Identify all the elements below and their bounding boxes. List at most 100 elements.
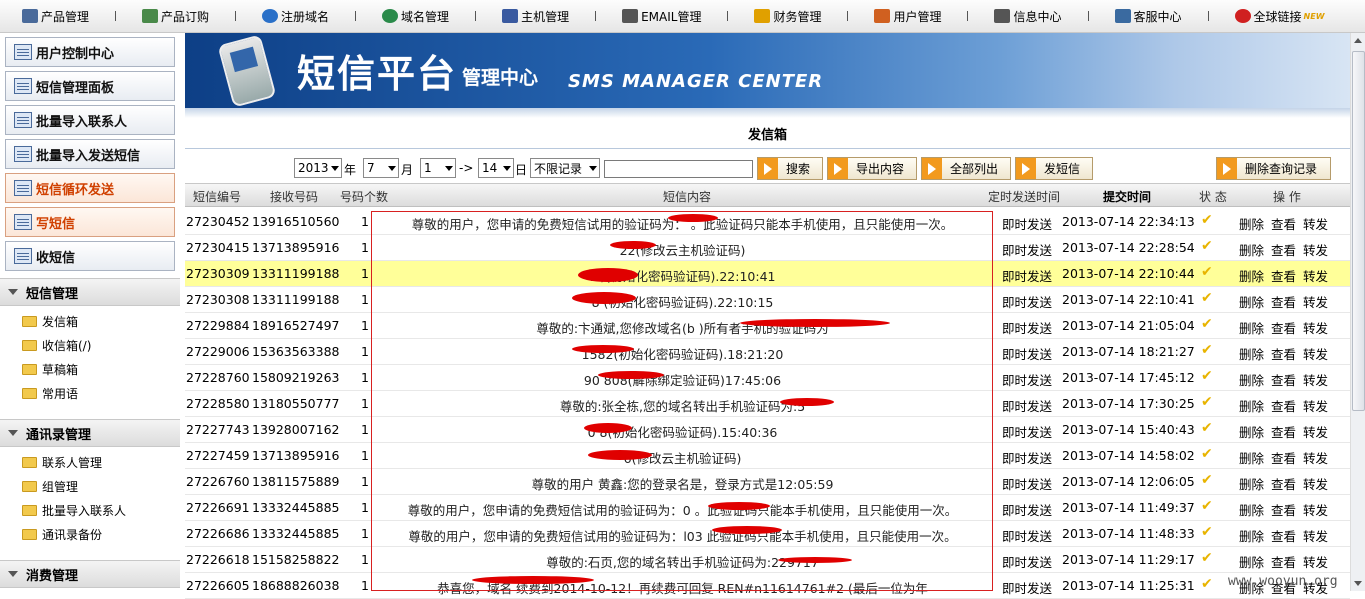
view-link[interactable]: 查看 [1271, 552, 1296, 571]
forward-link[interactable]: 转发 [1303, 422, 1328, 441]
table-row[interactable]: 27228580 13180550777 1 尊敬的:张全栋,您的域名转出手机验证码为… [185, 391, 1350, 417]
nav-item[interactable]: 注册域名 [254, 0, 337, 33]
view-link[interactable]: 查看 [1271, 396, 1296, 415]
delete-link[interactable]: 删除 [1239, 396, 1264, 415]
scrollbar-thumb[interactable] [1352, 51, 1365, 411]
sidebar-button-write-sms[interactable]: 写短信 [5, 207, 175, 237]
list-all-button[interactable]: 全部列出 [921, 157, 1011, 180]
view-link[interactable]: 查看 [1271, 240, 1296, 259]
view-link[interactable]: 查看 [1271, 370, 1296, 389]
nav-item[interactable]: 用户管理 [866, 0, 949, 33]
sidebar-button-import-contacts[interactable]: 批量导入联系人 [5, 105, 175, 135]
forward-link[interactable]: 转发 [1303, 500, 1328, 519]
forward-link[interactable]: 转发 [1303, 474, 1328, 493]
delete-link[interactable]: 删除 [1239, 370, 1264, 389]
scroll-up-icon[interactable] [1354, 38, 1362, 43]
search-button[interactable]: 搜索 [757, 157, 823, 180]
nav-item[interactable]: 信息中心 [986, 0, 1069, 33]
forward-link[interactable]: 转发 [1303, 292, 1328, 311]
view-link[interactable]: 查看 [1271, 266, 1296, 285]
table-row[interactable]: 27230452 13916510560 1 尊敬的用户，您申请的免费短信试用的验证码… [185, 209, 1350, 235]
nav-item[interactable]: 主机管理 [494, 0, 577, 33]
delete-link[interactable]: 删除 [1239, 266, 1264, 285]
sidebar-item-outbox[interactable]: 发信箱 [22, 311, 78, 331]
sidebar-item-group-management[interactable]: 组管理 [22, 476, 78, 496]
view-link[interactable]: 查看 [1271, 422, 1296, 441]
view-link[interactable]: 查看 [1271, 214, 1296, 233]
delete-link[interactable]: 删除 [1239, 422, 1264, 441]
section-header-contacts[interactable]: 通讯录管理 [0, 419, 180, 447]
sidebar-button-import-send-sms[interactable]: 批量导入发送短信 [5, 139, 175, 169]
delete-link[interactable]: 删除 [1239, 448, 1264, 467]
table-row[interactable]: 27226605 18688826038 1 恭喜您，域名 续费到2014-10-12… [185, 573, 1350, 599]
table-row[interactable]: 27226691 13332445885 1 尊敬的用户，您申请的免费短信试用的验证码… [185, 495, 1350, 521]
delete-link[interactable]: 删除 [1239, 344, 1264, 363]
table-row[interactable]: 27229006 15363563388 1 1582(初始化密码验证码).18:2… [185, 339, 1350, 365]
scroll-down-icon[interactable] [1354, 581, 1362, 586]
nav-item[interactable]: 产品管理 [0, 0, 97, 33]
nav-item[interactable]: EMAIL管理 [614, 0, 709, 33]
nav-item[interactable]: 全球链接 NEW [1227, 0, 1333, 33]
table-row[interactable]: 27230308 13311199188 1 8 (初始化密码验证码).22:10:1… [185, 287, 1350, 313]
nav-item[interactable]: 域名管理 [374, 0, 457, 33]
table-row[interactable]: 27226760 13811575889 1 尊敬的用户 黄鑫:您的登录名是，登录方式… [185, 469, 1350, 495]
search-input[interactable] [604, 160, 753, 178]
month-select[interactable]: 7 [363, 158, 399, 178]
forward-link[interactable]: 转发 [1303, 214, 1328, 233]
delete-link[interactable]: 删除 [1239, 474, 1264, 493]
forward-link[interactable]: 转发 [1303, 266, 1328, 285]
sidebar-button-receive-sms[interactable]: 收短信 [5, 241, 175, 271]
delete-link[interactable]: 删除 [1239, 214, 1264, 233]
view-link[interactable]: 查看 [1271, 344, 1296, 363]
forward-link[interactable]: 转发 [1303, 344, 1328, 363]
sidebar-item-phrases[interactable]: 常用语 [22, 383, 78, 403]
sidebar-button-sms-panel[interactable]: 短信管理面板 [5, 71, 175, 101]
view-link[interactable]: 查看 [1271, 500, 1296, 519]
delete-records-button[interactable]: 删除查询记录 [1216, 157, 1331, 180]
delete-link[interactable]: 删除 [1239, 500, 1264, 519]
forward-link[interactable]: 转发 [1303, 526, 1328, 545]
vertical-scrollbar[interactable] [1350, 33, 1365, 591]
forward-link[interactable]: 转发 [1303, 370, 1328, 389]
table-row[interactable]: 27226686 13332445885 1 尊敬的用户，您申请的免费短信试用的验证码… [185, 521, 1350, 547]
export-button[interactable]: 导出内容 [827, 157, 917, 180]
day-to-select[interactable]: 14 [478, 158, 514, 178]
table-row[interactable]: 27230309 13311199188 1 1 /(初始化密码验证码).22:10:… [185, 261, 1350, 287]
section-header-sms-management[interactable]: 短信管理 [0, 278, 180, 306]
year-select[interactable]: 2013 [294, 158, 342, 178]
sidebar-item-contact-management[interactable]: 联系人管理 [22, 452, 102, 472]
table-row[interactable]: 27230415 13713895916 1 22(修改云主机验证码) 即时发送 201… [185, 235, 1350, 261]
forward-link[interactable]: 转发 [1303, 318, 1328, 337]
nav-item[interactable]: 客服中心 [1107, 0, 1190, 33]
sidebar-item-contact-backup[interactable]: 通讯录备份 [22, 524, 102, 544]
sidebar-item-import-contacts[interactable]: 批量导入联系人 [22, 500, 126, 520]
table-row[interactable]: 27226618 15158258822 1 尊敬的:石页,您的域名转出手机验证码为:… [185, 547, 1350, 573]
view-link[interactable]: 查看 [1271, 474, 1296, 493]
send-sms-button[interactable]: 发短信 [1015, 157, 1093, 180]
view-link[interactable]: 查看 [1271, 318, 1296, 337]
view-link[interactable]: 查看 [1271, 292, 1296, 311]
forward-link[interactable]: 转发 [1303, 552, 1328, 571]
day-from-select[interactable]: 1 [420, 158, 456, 178]
delete-link[interactable]: 删除 [1239, 292, 1264, 311]
forward-link[interactable]: 转发 [1303, 240, 1328, 259]
table-row[interactable]: 27227459 13713895916 1 6(修改云主机验证码) 即时发送 2013… [185, 443, 1350, 469]
delete-link[interactable]: 删除 [1239, 526, 1264, 545]
delete-link[interactable]: 删除 [1239, 240, 1264, 259]
record-limit-select[interactable]: 不限记录 [530, 158, 600, 178]
sidebar-item-drafts[interactable]: 草稿箱 [22, 359, 78, 379]
sidebar-button-user-control-center[interactable]: 用户控制中心 [5, 37, 175, 67]
nav-item[interactable]: 财务管理 [746, 0, 829, 33]
delete-link[interactable]: 删除 [1239, 318, 1264, 337]
table-row[interactable]: 27228760 15809219263 1 90 808(解除绑定验证码)17:45… [185, 365, 1350, 391]
sidebar-item-inbox[interactable]: 收信箱(/) [22, 335, 91, 355]
forward-link[interactable]: 转发 [1303, 396, 1328, 415]
delete-link[interactable]: 删除 [1239, 552, 1264, 571]
section-header-consumption[interactable]: 消费管理 [0, 560, 180, 588]
sidebar-button-loop-send[interactable]: 短信循环发送 [5, 173, 175, 203]
view-link[interactable]: 查看 [1271, 526, 1296, 545]
forward-link[interactable]: 转发 [1303, 448, 1328, 467]
view-link[interactable]: 查看 [1271, 448, 1296, 467]
table-row[interactable]: 27227743 13928007162 1 0 8(初始化密码验证码).15:40:… [185, 417, 1350, 443]
nav-item[interactable]: 产品订购 [134, 0, 217, 33]
